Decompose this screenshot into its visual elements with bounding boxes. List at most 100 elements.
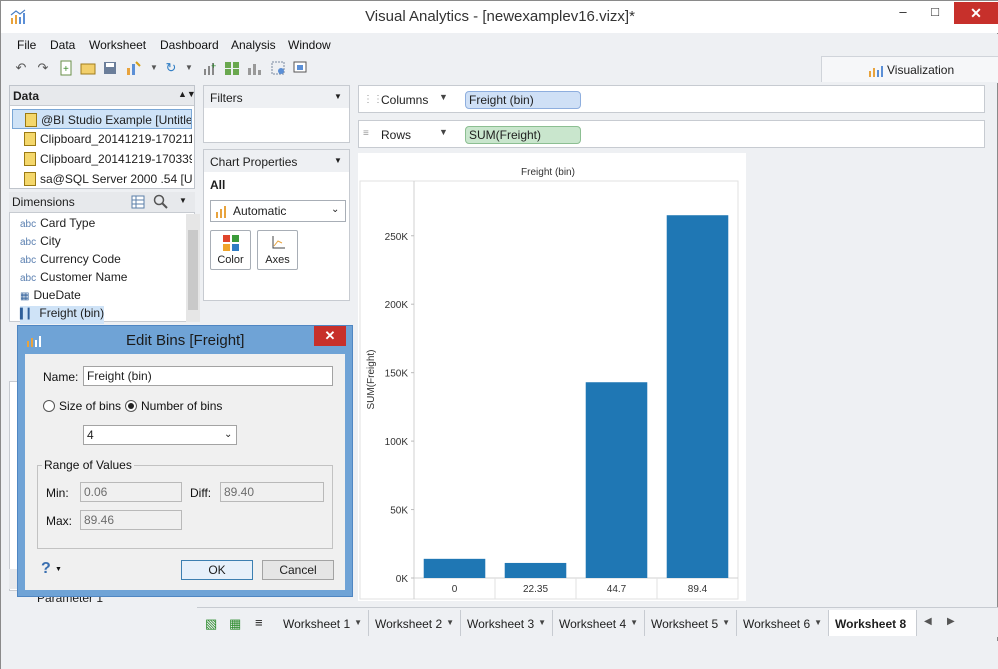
list-item[interactable]: abc Customer Name — [20, 270, 127, 288]
save-icon[interactable] — [102, 60, 118, 76]
database-icon — [24, 172, 36, 186]
chevron-down-icon[interactable]: ▼ — [179, 196, 187, 205]
chevron-down-icon[interactable]: ▼ — [538, 618, 546, 627]
list-item[interactable]: abc Card Type — [20, 216, 95, 234]
name-input[interactable]: Freight (bin) — [83, 366, 333, 386]
chevron-down-icon[interactable]: ▼ — [334, 92, 342, 101]
size-of-bins-label: Size of bins — [59, 399, 122, 413]
tab-worksheet-8[interactable]: Worksheet 8 — [829, 610, 917, 636]
min-label: Min: — [46, 486, 69, 500]
chevron-down-icon[interactable]: ▼ — [181, 60, 197, 76]
data-source-item[interactable]: @BI Studio Example [Untitled] — [12, 109, 192, 129]
range-of-values-group: Range of Values Min: 0.06 Diff: 89.40 Ma… — [37, 458, 333, 549]
table-icon[interactable] — [131, 195, 145, 209]
chevron-down-icon[interactable]: ▼ — [630, 618, 638, 627]
rows-shelf[interactable]: ≡ Rows ▼ SUM(Freight) — [358, 120, 985, 148]
list-item[interactable]: abc Currency Code — [20, 252, 121, 270]
list-item[interactable]: abc City — [20, 234, 61, 252]
chevron-down-icon[interactable]: ▼ — [334, 156, 342, 165]
size-of-bins-radio[interactable] — [43, 400, 55, 412]
diff-value-field: 89.40 — [220, 482, 324, 502]
chevron-down-icon[interactable]: ▼ — [354, 618, 362, 627]
sort-icon[interactable]: ▲▼ — [178, 89, 196, 99]
list-item[interactable]: ▦ DueDate — [20, 288, 81, 306]
close-button[interactable]: ✕ — [954, 2, 998, 24]
tab-worksheet-4[interactable]: Worksheet 4 ▼ — [553, 610, 645, 636]
min-value-field: 0.06 — [80, 482, 182, 502]
dialog-close-button[interactable]: ✕ — [314, 326, 346, 346]
chevron-down-icon[interactable]: ▼ — [146, 60, 162, 76]
data-source-item[interactable]: sa@SQL Server 2000 .54 [Untitled] — [12, 169, 192, 189]
present-icon[interactable] — [292, 60, 308, 76]
chevron-down-icon[interactable]: ▼ — [55, 566, 62, 573]
menu-data[interactable]: Data — [50, 38, 75, 52]
chevron-down-icon[interactable]: ▼ — [439, 127, 448, 137]
sheet-list-icon[interactable]: ≡ — [255, 615, 263, 630]
name-label: Name: — [43, 370, 79, 384]
ok-button[interactable]: OK — [181, 560, 253, 580]
new-worksheet-icon[interactable]: + — [202, 60, 218, 76]
open-folder-icon[interactable] — [80, 60, 96, 76]
redo-icon[interactable]: ↷ — [35, 60, 51, 76]
database-icon — [25, 113, 37, 127]
search-icon[interactable] — [153, 194, 169, 210]
axes-button[interactable]: Axes — [257, 230, 298, 270]
dialog-title-bar[interactable]: Edit Bins [Freight] ✕ — [18, 326, 352, 354]
columns-pill[interactable]: Freight (bin) — [465, 91, 581, 109]
x-tick-label: 44.7 — [607, 584, 627, 595]
menu-dashboard[interactable]: Dashboard — [160, 38, 219, 52]
menu-analysis[interactable]: Analysis — [231, 38, 276, 52]
rows-shelf-label: Rows — [381, 128, 412, 142]
columns-shelf[interactable]: ⋮⋮ Columns ▼ Freight (bin) — [358, 85, 985, 113]
data-source-item[interactable]: Clipboard_20141219-170339 — [12, 149, 192, 169]
new-file-icon[interactable]: + — [58, 60, 74, 76]
tab-scroll-left-icon[interactable]: ◀ — [924, 616, 932, 627]
dimensions-scrollbar[interactable] — [186, 214, 200, 322]
tab-worksheet-5[interactable]: Worksheet 5 ▼ — [645, 610, 737, 636]
all-marks-label: All — [210, 178, 226, 192]
y-tick-label: 200K — [385, 300, 409, 311]
max-value-field: 89.46 — [80, 510, 182, 530]
chevron-down-icon[interactable]: ▼ — [439, 92, 448, 102]
y-axis-label: SUM(Freight) — [366, 349, 377, 409]
visualization-icon — [869, 66, 883, 77]
tab-visualization[interactable]: Visualization — [821, 56, 998, 82]
menu-window[interactable]: Window — [288, 38, 331, 52]
chevron-down-icon[interactable]: ▼ — [722, 618, 730, 627]
tab-worksheet-2[interactable]: Worksheet 2 ▼ — [369, 610, 461, 636]
menu-file[interactable]: File — [17, 38, 36, 52]
tab-worksheet-3[interactable]: Worksheet 3 ▼ — [461, 610, 553, 636]
tab-scroll-right-icon[interactable]: ▶ — [947, 616, 955, 627]
help-icon[interactable]: ? — [41, 560, 51, 578]
clear-sheet-icon[interactable] — [270, 60, 286, 76]
menu-worksheet[interactable]: Worksheet — [89, 38, 146, 52]
new-dashboard-icon[interactable] — [224, 60, 240, 76]
bins-count-select[interactable]: 4 ⌄ — [83, 425, 237, 445]
window-title: Visual Analytics - [newexamplev16.vizx]* — [365, 8, 635, 25]
bar-chart-icon[interactable] — [246, 60, 262, 76]
data-source-item[interactable]: Clipboard_20141219-170211 — [12, 129, 192, 149]
number-of-bins-radio[interactable] — [125, 400, 137, 412]
number-of-bins-label: Number of bins — [141, 399, 223, 413]
refresh-icon[interactable]: ↻ — [163, 60, 179, 76]
undo-icon[interactable]: ↶ — [13, 60, 29, 76]
chevron-down-icon[interactable]: ▼ — [814, 618, 822, 627]
color-button[interactable]: Color — [210, 230, 251, 270]
bins-count-value: 4 — [87, 428, 94, 442]
cancel-button[interactable]: Cancel — [262, 560, 334, 580]
chevron-down-icon[interactable]: ▼ — [446, 618, 454, 627]
minimize-button[interactable]: – — [888, 2, 918, 24]
mark-type-select[interactable]: Automatic ⌄ — [210, 200, 346, 222]
list-item[interactable]: ▍▎ Freight (bin) — [20, 306, 105, 324]
add-dashboard-icon[interactable]: ▦ — [229, 616, 241, 632]
rows-pill[interactable]: SUM(Freight) — [465, 126, 581, 144]
dimensions-list: abc Card Type abc City abc Currency Code ab… — [9, 212, 200, 324]
maximize-button[interactable]: □ — [920, 2, 950, 24]
tab-worksheet-1[interactable]: Worksheet 1 ▼ — [277, 610, 369, 636]
add-worksheet-icon[interactable]: ▧ — [205, 616, 217, 632]
bar — [504, 562, 567, 578]
data-panel-title: Data — [13, 89, 40, 103]
tab-worksheet-6[interactable]: Worksheet 6 ▼ — [737, 610, 829, 636]
scrollbar-thumb[interactable] — [188, 230, 198, 310]
wizard-icon[interactable] — [125, 60, 141, 76]
